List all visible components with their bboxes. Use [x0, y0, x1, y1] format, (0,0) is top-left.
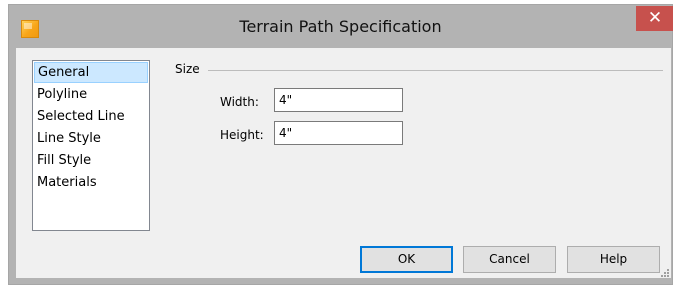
category-item-materials[interactable]: Materials: [34, 172, 148, 193]
width-label: Width:: [220, 95, 259, 109]
dialog-window: Terrain Path Specification ✕ General Pol…: [8, 4, 673, 285]
resize-grip-icon[interactable]: [661, 269, 670, 278]
close-button[interactable]: ✕: [636, 6, 673, 31]
category-item-polyline[interactable]: Polyline: [34, 84, 148, 105]
category-item-line-style[interactable]: Line Style: [34, 128, 148, 149]
size-group-label: Size: [175, 62, 200, 76]
category-item-fill-style[interactable]: Fill Style: [34, 150, 148, 171]
height-label: Height:: [220, 128, 264, 142]
ok-button[interactable]: OK: [360, 246, 453, 273]
height-field[interactable]: [274, 121, 403, 145]
width-field[interactable]: [274, 88, 403, 112]
close-icon: ✕: [647, 8, 663, 28]
dialog-body: General Polyline Selected Line Line Styl…: [16, 48, 671, 278]
category-list[interactable]: General Polyline Selected Line Line Styl…: [32, 60, 150, 231]
window-title: Terrain Path Specification: [239, 17, 442, 36]
category-item-general[interactable]: General: [34, 62, 148, 83]
size-group-divider: [208, 70, 663, 71]
cancel-button[interactable]: Cancel: [463, 246, 556, 273]
help-button[interactable]: Help: [567, 246, 660, 273]
category-item-selected-line[interactable]: Selected Line: [34, 106, 148, 127]
title-bar[interactable]: Terrain Path Specification ✕: [9, 5, 673, 48]
